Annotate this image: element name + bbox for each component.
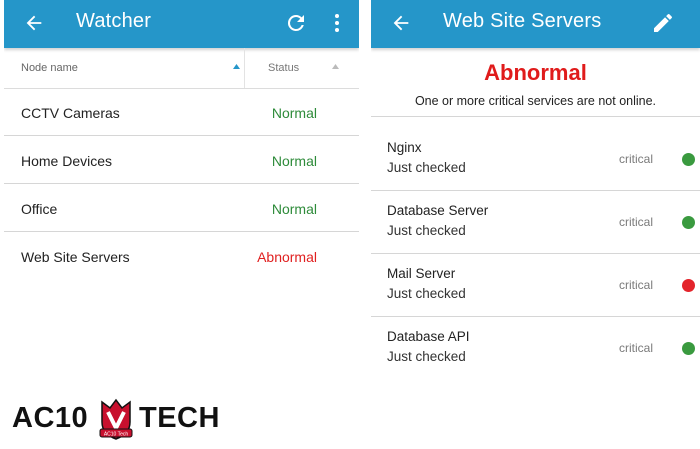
- sort-up-icon[interactable]: [233, 64, 240, 69]
- table-row[interactable]: Home Devices Normal: [4, 137, 359, 184]
- detail-title: Web Site Servers: [443, 10, 602, 32]
- logo-text-part2: TECH: [139, 402, 220, 434]
- ac10-tech-logo: AC10 AC10 Tech TECH: [12, 398, 232, 440]
- table-header: Node name Status: [4, 48, 359, 89]
- status-dot-icon: [682, 153, 695, 166]
- service-name: Database API: [387, 329, 470, 344]
- status-dot-icon: [682, 216, 695, 229]
- overall-status: Abnormal: [484, 60, 587, 85]
- node-status-summary: Abnormal One or more critical services a…: [371, 60, 700, 108]
- service-row[interactable]: Database API Just checked critical: [371, 317, 700, 379]
- arrow-left-icon[interactable]: [390, 12, 412, 34]
- service-level: critical: [619, 278, 654, 292]
- service-checked: Just checked: [387, 349, 466, 364]
- node-detail-screen: Web Site Servers Abnormal One or more cr…: [371, 0, 700, 449]
- table-row[interactable]: Office Normal: [4, 185, 359, 232]
- node-name: CCTV Cameras: [21, 105, 120, 121]
- column-divider: [244, 48, 245, 88]
- watcher-title: Watcher: [76, 10, 152, 32]
- status-dot-icon: [682, 279, 695, 292]
- arrow-left-icon[interactable]: [23, 12, 45, 34]
- column-node-name[interactable]: Node name: [21, 62, 78, 74]
- watcher-screen: Watcher Node name Status CCTV Cameras No…: [4, 0, 359, 449]
- service-name: Database Server: [387, 203, 489, 218]
- status-message: One or more critical services are not on…: [414, 94, 657, 108]
- node-status: Normal: [271, 201, 317, 217]
- node-status: Normal: [271, 105, 317, 121]
- watcher-app-bar: Watcher: [4, 0, 359, 48]
- service-row[interactable]: Database Server Just checked critical: [371, 191, 700, 254]
- node-name: Web Site Servers: [21, 249, 130, 265]
- service-row[interactable]: Nginx Just checked critical: [371, 128, 700, 191]
- service-level: critical: [619, 152, 654, 166]
- service-checked: Just checked: [387, 160, 466, 175]
- service-name: Mail Server: [387, 266, 456, 281]
- more-vert-icon[interactable]: [325, 11, 349, 35]
- pencil-icon[interactable]: [651, 11, 675, 35]
- column-status[interactable]: Status: [268, 62, 299, 74]
- sort-up-icon[interactable]: [332, 64, 339, 69]
- node-name: Office: [21, 201, 58, 217]
- service-level: critical: [619, 215, 654, 229]
- table-row[interactable]: Web Site Servers Abnormal: [4, 233, 359, 279]
- service-checked: Just checked: [387, 286, 466, 301]
- table-row[interactable]: CCTV Cameras Normal: [4, 89, 359, 136]
- logo-badge-text: AC10 Tech: [104, 432, 129, 438]
- refresh-icon[interactable]: [284, 11, 308, 35]
- node-name: Home Devices: [21, 153, 113, 169]
- detail-app-bar: Web Site Servers: [371, 0, 700, 48]
- logo-text-part1: AC10: [12, 402, 89, 434]
- divider: [371, 116, 700, 117]
- service-name: Nginx: [387, 140, 422, 155]
- node-status: Abnormal: [257, 249, 317, 265]
- service-checked: Just checked: [387, 223, 466, 238]
- node-status: Normal: [271, 153, 317, 169]
- status-dot-icon: [682, 342, 695, 355]
- shield-logo-icon: AC10 Tech: [99, 398, 133, 440]
- service-row[interactable]: Mail Server Just checked critical: [371, 254, 700, 317]
- service-level: critical: [619, 341, 654, 355]
